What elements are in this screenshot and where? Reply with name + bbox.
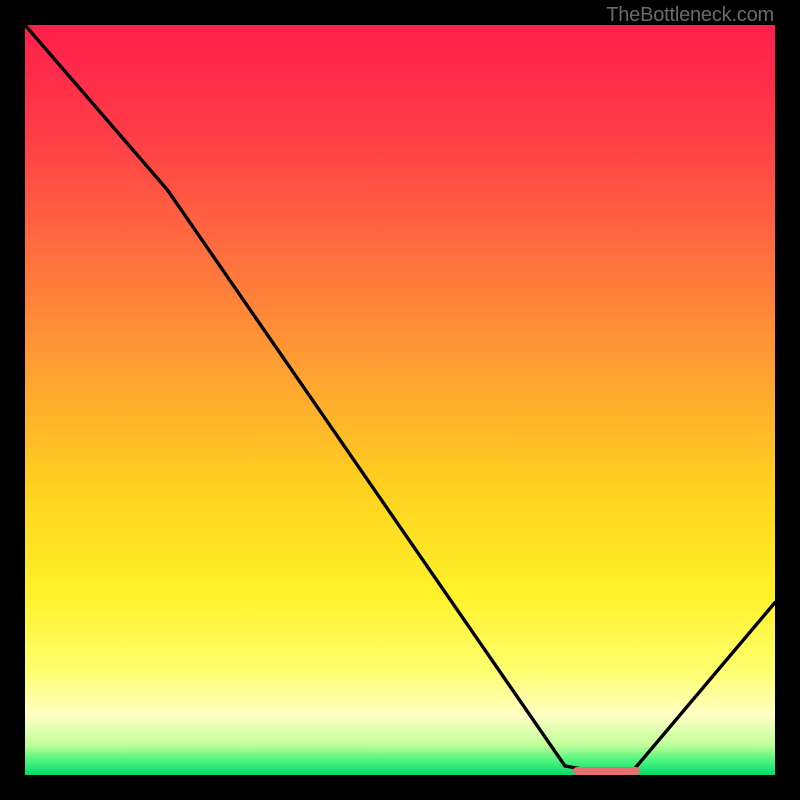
watermark-text: TheBottleneck.com	[606, 4, 774, 27]
bottleneck-curve	[25, 25, 775, 775]
optimal-range-marker	[573, 767, 641, 775]
chart-container: TheBottleneck.com	[0, 0, 800, 800]
plot-area	[25, 25, 775, 775]
